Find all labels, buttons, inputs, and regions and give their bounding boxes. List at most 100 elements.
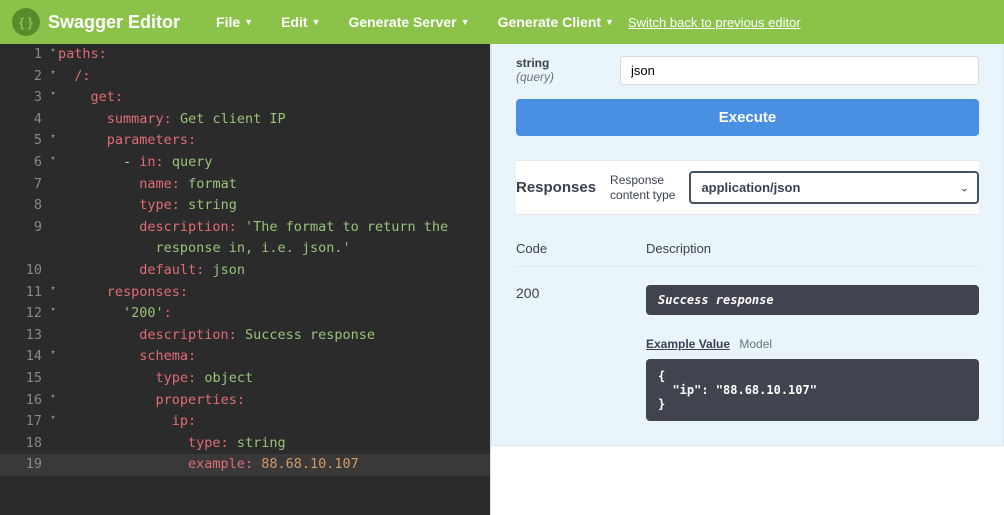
code-line[interactable]: 1▾paths: (0, 44, 490, 66)
code-line[interactable]: 17▾ ip: (0, 411, 490, 433)
code-line[interactable]: 4 summary: Get client IP (0, 109, 490, 131)
code-line[interactable]: 15 type: object (0, 368, 490, 390)
line-number: 17 (0, 411, 48, 433)
code-line[interactable]: 14▾ schema: (0, 346, 490, 368)
code-content[interactable]: schema: (58, 346, 196, 368)
code-content[interactable]: get: (58, 87, 123, 109)
fold-icon[interactable]: ▾ (48, 87, 58, 109)
code-line[interactable]: 3▾ get: (0, 87, 490, 109)
code-content[interactable]: paths: (58, 44, 107, 66)
col-header-description: Description (646, 241, 979, 256)
fold-icon[interactable]: ▾ (48, 130, 58, 152)
col-header-code: Code (516, 241, 646, 256)
code-content[interactable]: properties: (58, 390, 245, 412)
fold-icon[interactable]: ▾ (48, 346, 58, 368)
line-number: 11 (0, 282, 48, 304)
line-number (0, 238, 48, 260)
line-number: 5 (0, 130, 48, 152)
code-line[interactable]: 2▾ /: (0, 66, 490, 88)
fold-icon[interactable]: ▾ (48, 152, 58, 174)
code-content[interactable]: '200': (58, 303, 172, 325)
switch-editor-link[interactable]: Switch back to previous editor (628, 15, 801, 30)
code-content[interactable]: name: format (58, 174, 237, 196)
responses-label: Responses (516, 179, 596, 196)
menu-edit[interactable]: Edit▼ (281, 14, 320, 30)
response-code: 200 (516, 285, 646, 421)
fold-icon[interactable]: ▾ (48, 44, 58, 66)
fold-icon[interactable]: ▾ (48, 303, 58, 325)
operation-block: string (query) Execute Responses Respons… (491, 44, 1004, 446)
caret-down-icon: ▼ (244, 17, 253, 27)
code-content[interactable]: summary: Get client IP (58, 109, 286, 131)
line-number: 7 (0, 174, 48, 196)
code-content[interactable]: /: (58, 66, 91, 88)
code-line[interactable]: 16▾ properties: (0, 390, 490, 412)
code-editor[interactable]: 1▾paths:2▾ /:3▾ get:4 summary: Get clien… (0, 44, 490, 515)
code-content[interactable]: type: object (58, 368, 253, 390)
parameter-type: string (516, 56, 596, 70)
menu-file[interactable]: File ▼ (216, 14, 253, 30)
caret-down-icon: ▼ (605, 17, 614, 27)
response-row: 200 Success response Example Value Model… (516, 285, 979, 421)
code-content[interactable]: example: 88.68.10.107 (58, 454, 359, 476)
code-content[interactable]: parameters: (58, 130, 196, 152)
tab-model[interactable]: Model (739, 337, 772, 351)
code-line[interactable]: 9 description: 'The format to return the (0, 217, 490, 239)
code-content[interactable]: responses: (58, 282, 188, 304)
responses-header: Responses Response content type applicat… (516, 160, 979, 215)
fold-icon (48, 433, 58, 455)
fold-icon (48, 238, 58, 260)
line-number: 10 (0, 260, 48, 282)
fold-icon (48, 454, 58, 476)
fold-icon[interactable]: ▾ (48, 282, 58, 304)
swagger-logo-icon: { } (12, 8, 40, 36)
line-number: 1 (0, 44, 48, 66)
line-number: 9 (0, 217, 48, 239)
fold-icon (48, 217, 58, 239)
menu-file-label: File (216, 14, 240, 30)
responses-table-header: Code Description (516, 241, 979, 267)
content-type-select[interactable]: application/json (689, 171, 979, 204)
code-content[interactable]: description: Success response (58, 325, 375, 347)
code-line[interactable]: 13 description: Success response (0, 325, 490, 347)
menu-gen-client-label: Generate Client (498, 14, 601, 30)
line-number: 13 (0, 325, 48, 347)
code-content[interactable]: response in, i.e. json.' (58, 238, 351, 260)
code-line[interactable]: 18 type: string (0, 433, 490, 455)
execute-button[interactable]: Execute (516, 99, 979, 136)
code-content[interactable]: description: 'The format to return the (58, 217, 448, 239)
fold-icon[interactable]: ▾ (48, 390, 58, 412)
code-content[interactable]: - in: query (58, 152, 212, 174)
code-line[interactable]: 7 name: format (0, 174, 490, 196)
main-split: 1▾paths:2▾ /:3▾ get:4 summary: Get clien… (0, 44, 1004, 515)
caret-down-icon: ▼ (312, 17, 321, 27)
fold-icon (48, 368, 58, 390)
example-body: { "ip": "88.68.10.107" } (646, 359, 979, 421)
fold-icon[interactable]: ▾ (48, 66, 58, 88)
code-content[interactable]: type: string (58, 195, 237, 217)
parameter-input[interactable] (620, 56, 979, 85)
fold-icon (48, 325, 58, 347)
code-line[interactable]: response in, i.e. json.' (0, 238, 490, 260)
tab-example-value[interactable]: Example Value (646, 337, 730, 351)
code-content[interactable]: ip: (58, 411, 196, 433)
menu-generate-server[interactable]: Generate Server▼ (348, 14, 469, 30)
menu-generate-client[interactable]: Generate Client ▼ (498, 14, 614, 30)
code-content[interactable]: default: json (58, 260, 245, 282)
line-number: 3 (0, 87, 48, 109)
code-line[interactable]: 5▾ parameters: (0, 130, 490, 152)
code-line[interactable]: 6▾ - in: query (0, 152, 490, 174)
code-line[interactable]: 19 example: 88.68.10.107 (0, 454, 490, 476)
code-line[interactable]: 10 default: json (0, 260, 490, 282)
line-number: 12 (0, 303, 48, 325)
line-number: 8 (0, 195, 48, 217)
code-line[interactable]: 8 type: string (0, 195, 490, 217)
code-content[interactable]: type: string (58, 433, 286, 455)
response-description: Success response (646, 285, 979, 315)
docs-pane[interactable]: string (query) Execute Responses Respons… (490, 44, 1004, 515)
ct-label-1: Response (610, 173, 664, 187)
fold-icon[interactable]: ▾ (48, 411, 58, 433)
content-type-label: Response content type (610, 173, 675, 202)
code-line[interactable]: 11▾ responses: (0, 282, 490, 304)
code-line[interactable]: 12▾ '200': (0, 303, 490, 325)
